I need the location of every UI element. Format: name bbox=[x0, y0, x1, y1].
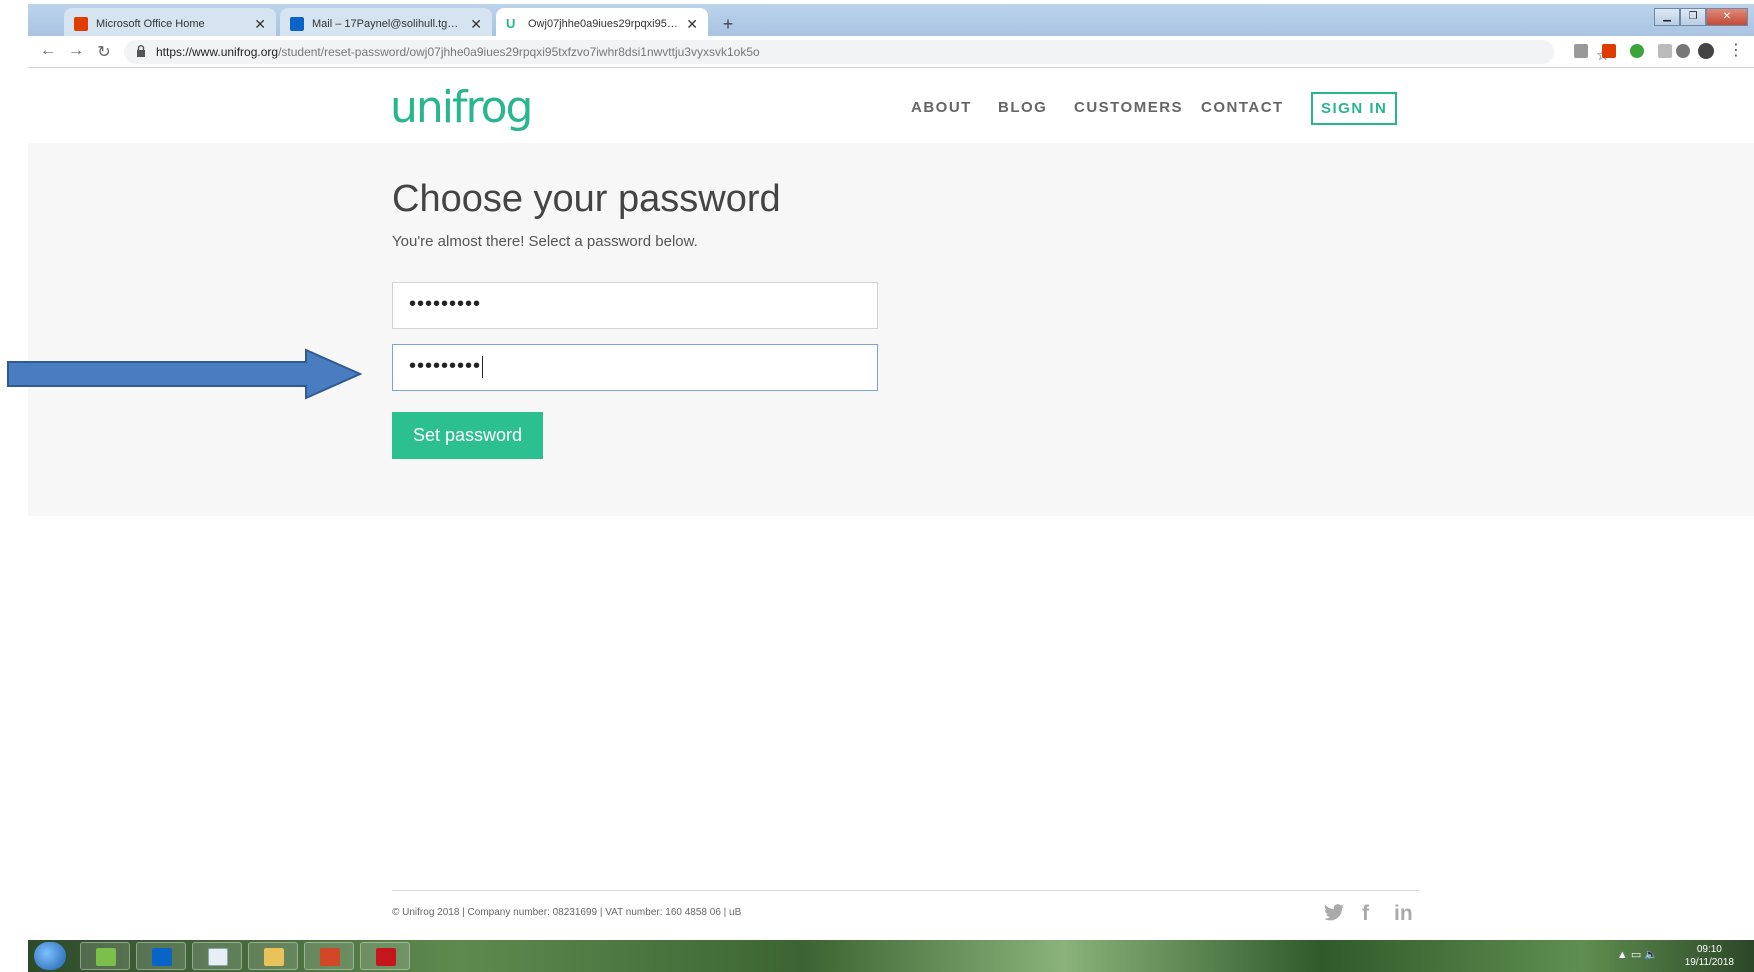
confirm-password-value: ••••••••• bbox=[409, 355, 482, 377]
reload-icon[interactable]: ↻ bbox=[94, 42, 114, 62]
close-icon[interactable]: ✕ bbox=[254, 16, 266, 33]
tab-title: Owj07jhhe0a9iues29rpqxi95txfzvo7iwhr8dsi… bbox=[528, 18, 679, 30]
password-value: ••••••••• bbox=[409, 293, 482, 315]
lock-icon bbox=[137, 45, 145, 57]
page-subtitle: You're almost there! Select a password b… bbox=[392, 233, 698, 250]
url-host: https://www.unifrog.org bbox=[156, 45, 279, 59]
system-tray[interactable]: ▲ ▭ 🔈 bbox=[1617, 948, 1658, 961]
unifrog-favicon-icon: U bbox=[506, 16, 516, 31]
url-text: https://www.unifrog.org/student/reset-pa… bbox=[156, 45, 760, 59]
sign-in-button[interactable]: SIGN IN bbox=[1311, 92, 1398, 125]
address-bar[interactable]: https://www.unifrog.org/student/reset-pa… bbox=[124, 40, 1609, 64]
tab-title: Mail – 17Paynel@solihull.tgacademy.org.u… bbox=[312, 18, 462, 30]
start-button[interactable] bbox=[34, 942, 66, 970]
web-page: unifrog ABOUT BLOG CUSTOMERS CONTACT SIG… bbox=[28, 68, 1754, 940]
text-cursor bbox=[482, 355, 484, 378]
globe-extension-icon[interactable] bbox=[1676, 44, 1690, 58]
acrobat-icon bbox=[376, 948, 396, 966]
new-tab-button[interactable]: + bbox=[716, 12, 740, 36]
set-password-button[interactable]: Set password bbox=[392, 412, 543, 459]
clock-time: 09:10 bbox=[1696, 944, 1722, 955]
close-icon[interactable]: ✕ bbox=[470, 16, 482, 33]
site-header: unifrog ABOUT BLOG CUSTOMERS CONTACT SIG… bbox=[28, 68, 1754, 143]
folder-icon bbox=[264, 948, 284, 966]
window-icon bbox=[208, 948, 228, 966]
maximize-button[interactable]: ❐ bbox=[1680, 8, 1706, 26]
nav-about[interactable]: ABOUT bbox=[911, 99, 972, 116]
office-extension-icon[interactable] bbox=[1602, 44, 1616, 58]
green-extension-icon[interactable] bbox=[1630, 44, 1644, 58]
profile-icon[interactable] bbox=[1698, 43, 1714, 59]
linkedin-icon[interactable]: in bbox=[1394, 902, 1413, 926]
browser-tab-strip: Microsoft Office Home ✕ Mail – 17Paynel@… bbox=[28, 4, 1754, 40]
forward-icon[interactable]: → bbox=[66, 42, 86, 60]
screen: Microsoft Office Home ✕ Mail – 17Paynel@… bbox=[0, 0, 1754, 972]
close-icon[interactable]: ✕ bbox=[686, 16, 698, 33]
powerpoint-icon bbox=[320, 948, 340, 966]
browser-toolbar: ← → ↻ https://www.unifrog.org/student/re… bbox=[28, 36, 1754, 68]
footer-divider bbox=[392, 890, 1419, 891]
office-icon bbox=[74, 17, 88, 31]
reset-password-section bbox=[28, 143, 1754, 516]
outlook-icon bbox=[152, 948, 172, 966]
tab-title: Microsoft Office Home bbox=[96, 18, 205, 30]
nav-contact[interactable]: CONTACT bbox=[1201, 99, 1284, 116]
page-title: Choose your password bbox=[392, 178, 781, 220]
unifrog-logo[interactable]: unifrog bbox=[390, 82, 533, 133]
taskbar-app-green[interactable] bbox=[80, 942, 130, 970]
facebook-icon[interactable]: f bbox=[1362, 902, 1369, 926]
confirm-password-input[interactable]: ••••••••• bbox=[392, 344, 878, 391]
back-icon[interactable]: ← bbox=[38, 42, 58, 60]
taskbar-app-folder[interactable] bbox=[248, 942, 298, 970]
url-path: /student/reset-password/owj07jhhe0a9iues… bbox=[278, 45, 760, 59]
green-app-icon bbox=[96, 948, 116, 966]
footer-text: © Unifrog 2018 | Company number: 0823169… bbox=[392, 907, 742, 918]
close-window-button[interactable]: ✕ bbox=[1706, 8, 1748, 26]
minimize-button[interactable]: ▁ bbox=[1654, 8, 1680, 26]
menu-icon[interactable]: ⋮ bbox=[1728, 40, 1744, 60]
taskbar-app-window[interactable] bbox=[192, 942, 242, 970]
twitter-icon[interactable] bbox=[1324, 904, 1344, 921]
taskbar-app-acrobat[interactable] bbox=[360, 942, 410, 970]
extension-icon[interactable] bbox=[1574, 44, 1588, 58]
outlook-icon bbox=[290, 17, 304, 31]
clock[interactable]: 09:10 19/11/2018 bbox=[1685, 943, 1734, 969]
nav-customers[interactable]: CUSTOMERS bbox=[1074, 99, 1183, 116]
window-controls: ▁ ❐ ✕ bbox=[1654, 8, 1748, 26]
clock-date: 19/11/2018 bbox=[1684, 957, 1734, 968]
password-input[interactable]: ••••••••• bbox=[392, 282, 878, 329]
windows-taskbar: ▲ ▭ 🔈 09:10 19/11/2018 bbox=[28, 940, 1754, 972]
gray-extension-icon[interactable] bbox=[1658, 44, 1672, 58]
taskbar-app-powerpoint[interactable] bbox=[304, 942, 354, 970]
nav-blog[interactable]: BLOG bbox=[998, 99, 1047, 116]
annotation-arrow-icon bbox=[7, 348, 362, 400]
taskbar-app-outlook[interactable] bbox=[136, 942, 186, 970]
